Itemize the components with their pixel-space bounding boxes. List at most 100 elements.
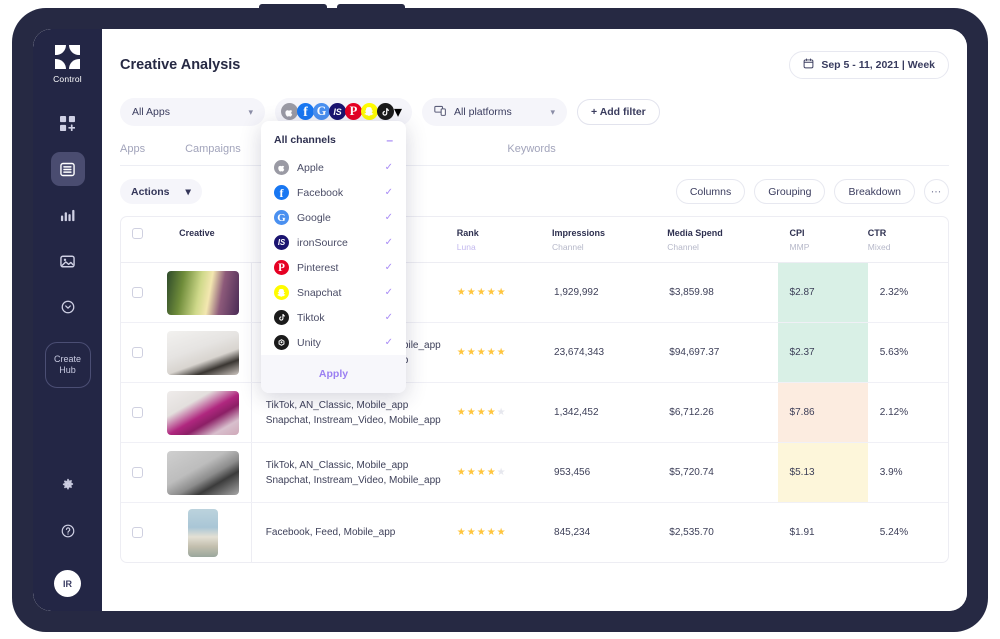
create-hub-line2: Hub — [59, 365, 76, 375]
check-icon[interactable]: ✓ — [385, 337, 393, 348]
date-range-picker[interactable]: Sep 5 - 11, 2021 | Week — [789, 51, 949, 79]
media-spend-cell: $2,535.70 — [669, 527, 714, 538]
creative-thumbnail[interactable] — [166, 390, 239, 435]
tab-campaigns[interactable]: Campaigns — [185, 143, 241, 155]
rank-cell: ★★★★★ — [452, 503, 552, 563]
ctr-cell: 2.32% — [867, 262, 948, 323]
snapchat-icon — [274, 285, 289, 300]
indeterminate-icon: – — [386, 133, 393, 147]
dropdown-item-label: Tiktok — [297, 311, 325, 324]
sidebar-item-help[interactable] — [51, 514, 85, 548]
device-button-1 — [259, 4, 327, 12]
ctr-cell: 3.9% — [867, 442, 948, 503]
dropdown-item-unity[interactable]: Unity ✓ — [261, 330, 406, 355]
tiktok-icon — [274, 310, 289, 325]
columns-button[interactable]: Columns — [675, 179, 746, 204]
row-checkbox[interactable] — [132, 467, 143, 478]
row-checkbox[interactable] — [132, 407, 143, 418]
sidebar-item-apps-add[interactable] — [51, 106, 85, 140]
apps-select[interactable]: All Apps ▾ — [120, 98, 265, 126]
row-checkbox[interactable] — [132, 527, 143, 538]
row-select-cell — [121, 382, 156, 443]
create-hub-button[interactable]: Create Hub — [44, 342, 91, 388]
dropdown-footer: Apply — [261, 355, 406, 393]
table-row[interactable]: Facebook, Feed, Mobile_appInstagram, Sto… — [121, 262, 948, 323]
impressions-cell: 23,674,343 — [552, 322, 668, 383]
add-filter-button[interactable]: + Add filter — [577, 99, 660, 125]
creative-thumbnail[interactable] — [187, 508, 218, 557]
creative-cell — [155, 502, 252, 562]
dropdown-item-label: Google — [297, 211, 331, 224]
dropdown-all-channels-row[interactable]: All channels – — [261, 121, 406, 155]
chevron-down-icon: ▾ — [550, 106, 556, 117]
ctr-cell: 5.63% — [867, 322, 948, 383]
sidebar-item-analytics[interactable] — [51, 198, 85, 232]
channels-dropdown: All channels – Apple ✓ f Facebook ✓ G Google ✓ I… — [261, 121, 406, 393]
cpi-value: $2.87 — [777, 263, 868, 322]
platforms-select[interactable]: All platforms ▾ — [422, 98, 568, 126]
control-logo-icon — [54, 45, 81, 69]
dropdown-item-apple[interactable]: Apple ✓ — [261, 155, 406, 180]
row-checkbox[interactable] — [132, 347, 143, 358]
creative-cell — [155, 442, 252, 503]
check-icon[interactable]: ✓ — [385, 262, 393, 273]
actions-button[interactable]: Actions ▾ — [120, 179, 202, 204]
row-select-cell — [121, 503, 155, 563]
breakdown-button[interactable]: Breakdown — [834, 179, 915, 204]
channel-chip-list: f G IS P — [281, 103, 394, 121]
sidebar: Control Create Hub IR — [33, 29, 102, 611]
impressions-cell: 845,234 — [554, 527, 591, 538]
dropdown-item-tiktok[interactable]: Tiktok ✓ — [261, 305, 406, 330]
grid-plus-icon — [60, 115, 75, 131]
dropdown-item-google[interactable]: G Google ✓ — [261, 205, 406, 230]
cpi-cell: $7.86 — [777, 382, 868, 443]
pinterest-icon: P — [274, 260, 289, 275]
google-icon: G — [274, 210, 289, 225]
check-icon[interactable]: ✓ — [385, 162, 393, 173]
table-row[interactable]: TikTok, AN_Classic, Mobile_app Snapchat, … — [121, 382, 948, 443]
check-icon[interactable]: ✓ — [385, 287, 393, 298]
table-row[interactable]: Facebook, Feed, Mobile_app ★★★★★ 845,234 $2… — [121, 502, 948, 563]
row-select-cell — [121, 322, 156, 383]
check-icon[interactable]: ✓ — [385, 187, 393, 198]
row-checkbox[interactable] — [132, 287, 143, 298]
table-row[interactable]: Snapchat, Instream_Video, Mobile_appTikT… — [121, 322, 948, 383]
tab-keywords[interactable]: Keywords — [507, 143, 555, 155]
col-header-ctr[interactable]: CTR Mixed — [867, 217, 948, 263]
dropdown-title: All channels — [274, 134, 336, 146]
check-icon[interactable]: ✓ — [385, 312, 393, 323]
tablet-bezel: Control Create Hub IR Creative Analysis … — [12, 4, 988, 632]
sidebar-item-media[interactable] — [51, 244, 85, 278]
sidebar-item-more[interactable] — [51, 290, 85, 324]
check-icon[interactable]: ✓ — [385, 212, 393, 223]
creative-thumbnail[interactable] — [166, 330, 239, 375]
col-header-cpi[interactable]: CPI MMP — [777, 217, 868, 263]
col-header-impressions[interactable]: Impressions Channel — [552, 217, 668, 263]
check-icon[interactable]: ✓ — [385, 237, 393, 248]
dropdown-item-snapchat[interactable]: Snapchat ✓ — [261, 280, 406, 305]
table-row[interactable]: TikTok, AN_Classic, Mobile_app Snapchat, … — [121, 442, 948, 503]
dropdown-item-facebook[interactable]: f Facebook ✓ — [261, 180, 406, 205]
dropdown-item-pinterest[interactable]: P Pinterest ✓ — [261, 255, 406, 280]
avatar[interactable]: IR — [54, 570, 81, 597]
creative-thumbnail[interactable] — [166, 270, 239, 315]
sidebar-item-creative-analysis[interactable] — [50, 152, 85, 186]
apply-button[interactable]: Apply — [319, 368, 348, 380]
grouping-button[interactable]: Grouping — [754, 179, 826, 204]
overflow-menu-button[interactable]: ⋯ — [924, 179, 949, 204]
rank-cell: ★★★★★ — [451, 382, 553, 443]
tab-apps[interactable]: Apps — [120, 143, 145, 155]
table-options: Columns Grouping Breakdown ⋯ — [675, 179, 949, 204]
rank-stars: ★★★★★ — [456, 527, 507, 538]
cpi-value: $5.13 — [777, 443, 868, 502]
select-all-checkbox[interactable] — [132, 228, 143, 239]
col-header-creative[interactable]: Creative — [155, 217, 252, 263]
dropdown-item-ironsource[interactable]: IS ironSource ✓ — [261, 230, 406, 255]
col-header-rank[interactable]: Rank Luna — [451, 217, 553, 263]
cpi-cell: $1.91 — [777, 503, 868, 562]
ironsource-icon: IS — [329, 103, 346, 121]
sidebar-item-settings[interactable] — [51, 468, 85, 502]
app-logo[interactable]: Control — [53, 45, 82, 84]
creative-thumbnail[interactable] — [166, 450, 239, 495]
col-header-media-spend[interactable]: Media Spend Channel — [667, 217, 778, 263]
